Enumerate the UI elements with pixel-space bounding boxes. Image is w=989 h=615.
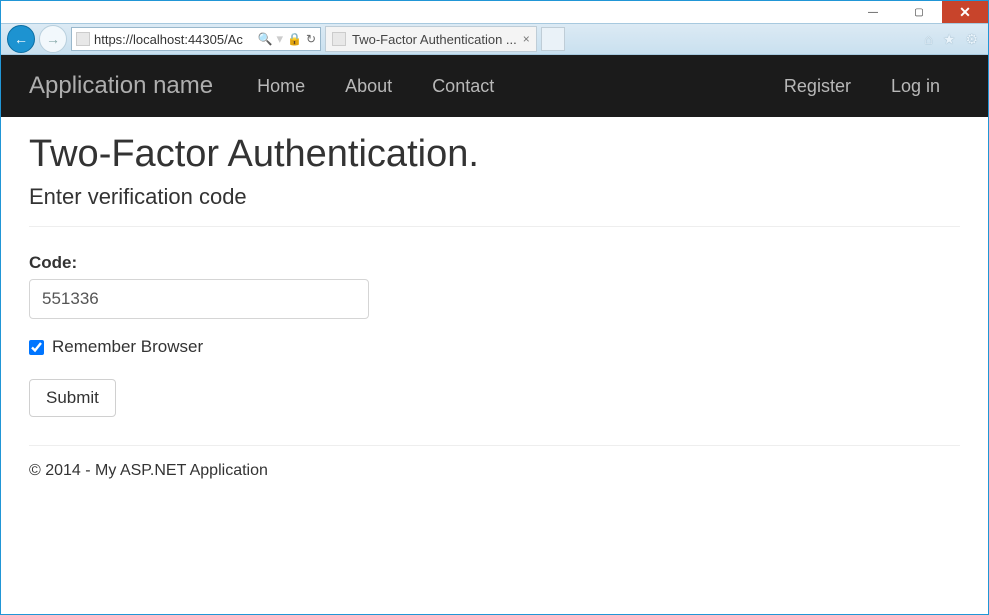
browser-window: — ▢ ✕ ← → https://localhost:44305/Ac 🔍 ▾…	[0, 0, 989, 615]
form-group-code: Code:	[29, 253, 960, 319]
new-tab-button[interactable]	[541, 27, 565, 51]
browser-toolbar: ← → https://localhost:44305/Ac 🔍 ▾ 🔒 ↻ T…	[1, 23, 988, 55]
browser-tab[interactable]: Two-Factor Authentication ... ×	[325, 26, 537, 52]
nav-link-login[interactable]: Log in	[871, 76, 960, 97]
nav-link-register[interactable]: Register	[764, 76, 871, 97]
address-url: https://localhost:44305/Ac	[94, 32, 254, 47]
address-bar[interactable]: https://localhost:44305/Ac 🔍 ▾ 🔒 ↻	[71, 27, 321, 51]
tab-close-icon[interactable]: ×	[523, 32, 530, 46]
window-minimize-button[interactable]: —	[850, 1, 896, 23]
favorites-icon[interactable]: ★	[943, 31, 956, 48]
nav-link-about[interactable]: About	[325, 76, 412, 97]
tab-page-icon	[332, 32, 346, 46]
site-navbar: Application name Home About Contact Regi…	[1, 55, 988, 117]
code-label: Code:	[29, 253, 960, 273]
settings-icon[interactable]: ⚙	[965, 31, 978, 48]
home-icon[interactable]: ⌂	[924, 31, 932, 48]
page-subtitle: Enter verification code	[29, 184, 960, 210]
nav-link-contact[interactable]: Contact	[412, 76, 514, 97]
window-maximize-button[interactable]: ▢	[896, 1, 942, 23]
remember-row: Remember Browser	[29, 337, 960, 357]
remember-checkbox[interactable]	[29, 340, 44, 355]
page-title: Two-Factor Authentication.	[29, 133, 960, 176]
code-input[interactable]	[29, 279, 369, 319]
search-icon[interactable]: 🔍	[258, 32, 273, 46]
page-icon	[76, 32, 90, 46]
divider	[29, 226, 960, 227]
browser-right-icons: ⌂ ★ ⚙	[924, 31, 982, 48]
window-close-button[interactable]: ✕	[942, 1, 988, 23]
nav-forward-button[interactable]: →	[39, 25, 67, 53]
remember-label[interactable]: Remember Browser	[52, 337, 203, 357]
submit-button[interactable]: Submit	[29, 379, 116, 417]
nav-link-home[interactable]: Home	[237, 76, 325, 97]
refresh-icon[interactable]: ↻	[306, 32, 316, 46]
separator: ▾	[276, 31, 283, 47]
tab-title: Two-Factor Authentication ...	[352, 32, 517, 47]
footer-text: © 2014 - My ASP.NET Application	[29, 462, 960, 480]
page-viewport: Application name Home About Contact Regi…	[1, 55, 988, 614]
lock-icon: 🔒	[287, 32, 302, 46]
footer-divider	[29, 445, 960, 446]
page-content: Two-Factor Authentication. Enter verific…	[1, 117, 988, 492]
window-titlebar: — ▢ ✕	[1, 1, 988, 23]
navbar-brand[interactable]: Application name	[29, 72, 213, 100]
nav-back-button[interactable]: ←	[7, 25, 35, 53]
